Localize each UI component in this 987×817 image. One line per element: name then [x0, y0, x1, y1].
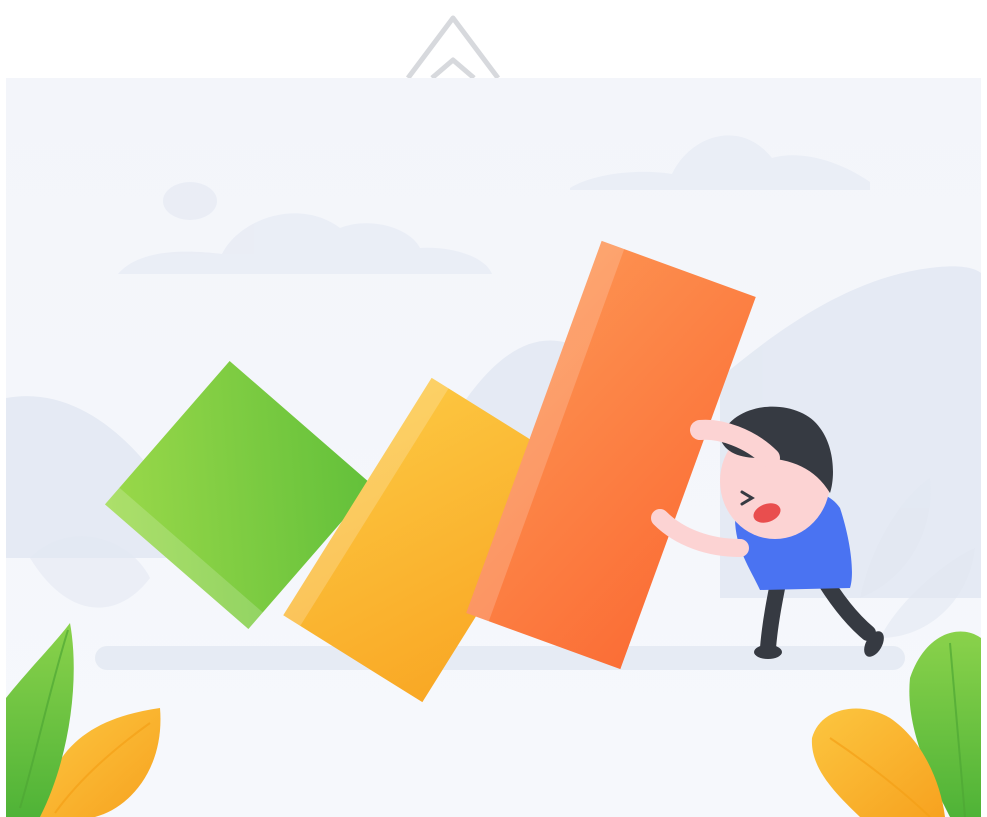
- cloud-small-dot: [163, 182, 217, 220]
- page: [0, 0, 987, 817]
- logo-outer-stroke: [406, 15, 500, 80]
- falling-blocks-illustration: [6, 78, 981, 817]
- person-left-foot: [754, 645, 782, 659]
- ground-shadow: [95, 646, 905, 670]
- logo-inner-stroke: [430, 57, 476, 80]
- chevron-up-logo-icon: [406, 15, 500, 80]
